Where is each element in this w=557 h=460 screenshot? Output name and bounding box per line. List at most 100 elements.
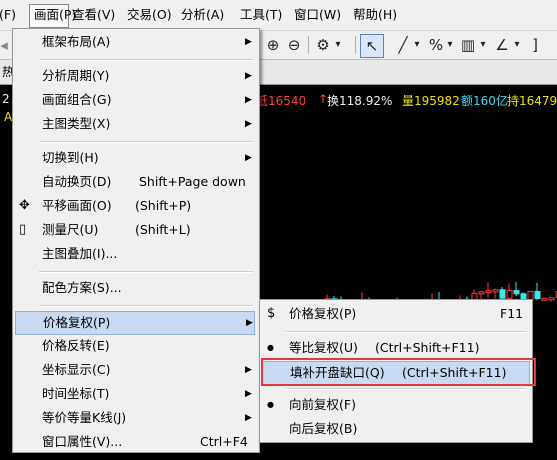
- quote-left-num: 2: [2, 92, 10, 106]
- submenu-arrow-icon: ▶: [245, 413, 252, 423]
- submenu-item-6[interactable]: 向后复权(B): [262, 418, 528, 440]
- candle-body: [478, 291, 485, 295]
- annotation-highlight-box: [261, 358, 536, 386]
- menubar-item-1[interactable]: 画面(P): [29, 4, 76, 28]
- amount-label: 额160亿: [461, 94, 508, 108]
- zoom-in-icon[interactable]: ⊕: [263, 34, 283, 56]
- gear-dropdown-icon[interactable]: ▾: [333, 34, 343, 56]
- menu-item-0[interactable]: 框架布局(A) ▶: [15, 31, 255, 53]
- menu-separator: [39, 59, 253, 61]
- menu-item-10[interactable]: 主图叠加(I)...: [15, 243, 255, 265]
- menu-item-label: 画面组合(G): [42, 92, 112, 107]
- menu-separator: [286, 331, 526, 333]
- submenu-arrow-icon: ▶: [246, 318, 253, 328]
- percent-tool-icon[interactable]: %: [426, 34, 446, 56]
- dollar-icon: $: [267, 306, 276, 321]
- menu-item-12[interactable]: 配色方案(S)...: [15, 277, 255, 299]
- candle-body: [485, 290, 492, 294]
- submenu-arrow-icon: ▶: [245, 37, 252, 47]
- menu-item-19[interactable]: 窗口属性(V)... Ctrl+F4: [15, 431, 255, 453]
- candle-body: [506, 289, 513, 299]
- submenu-item-label: 向前复权(F): [289, 397, 356, 412]
- candle-body: [548, 297, 555, 301]
- menu-item-6[interactable]: 切换到(H) ▶: [15, 147, 255, 169]
- line-tool-icon[interactable]: ╱: [393, 34, 413, 56]
- submenu-item-0[interactable]: $ 价格复权(P) F11: [262, 303, 528, 325]
- submenu-arrow-icon: ▶: [245, 95, 252, 105]
- toolbar-divider: [355, 36, 356, 54]
- menu-bar: 文件(F)画面(P)查看(V)交易(O)分析(A)工具(T)窗口(W)帮助(H): [0, 0, 557, 31]
- menubar-item-3[interactable]: 交易(O): [123, 4, 175, 26]
- submenu-arrow-icon: ▶: [245, 389, 252, 399]
- menu-separator: [286, 388, 526, 390]
- angle-dropdown-icon[interactable]: ▾: [512, 34, 522, 56]
- line-dropdown-icon[interactable]: ▾: [412, 34, 422, 56]
- menu-separator: [39, 305, 253, 307]
- pointer-tool-button[interactable]: ↖: [360, 34, 384, 58]
- menu-item-shortcut: (Shift+L): [135, 222, 191, 237]
- menu-item-shortcut: Shift+Page down: [139, 174, 246, 189]
- gear-icon[interactable]: ⚙: [313, 34, 333, 56]
- menu-item-label: 价格复权(P): [43, 315, 111, 330]
- menu-item-14[interactable]: 价格复权(P) ▶: [15, 311, 255, 335]
- submenu-item-label: 等比复权(U): [289, 340, 358, 355]
- candle-body: [492, 289, 499, 293]
- menu-item-15[interactable]: 价格反转(E): [15, 335, 255, 357]
- candle-body: [541, 297, 548, 301]
- menu-item-label: 时间坐标(T): [42, 386, 110, 401]
- menu-item-label: 框架布局(A): [42, 34, 111, 49]
- grid-dropdown-icon[interactable]: ▾: [478, 34, 488, 56]
- menubar-item-4[interactable]: 分析(A): [177, 4, 233, 26]
- submenu-arrow-icon: ▶: [245, 365, 252, 375]
- menu-item-label: 自动换页(D): [42, 174, 112, 189]
- menu-item-shortcut: Ctrl+F4: [200, 434, 248, 449]
- candle-body: [513, 289, 520, 295]
- submenu-item-label: 向后复权(B): [289, 421, 358, 436]
- menu-item-18[interactable]: 等价等量K线(J) ▶: [15, 407, 255, 429]
- submenu-item-2[interactable]: ● 等比复权(U) (Ctrl+Shift+F11): [262, 337, 528, 359]
- menu-separator: [39, 271, 253, 273]
- menu-item-label: 坐标显示(C): [42, 362, 111, 377]
- menu-item-3[interactable]: 画面组合(G) ▶: [15, 89, 255, 111]
- menu-item-label: 测量尺(U): [42, 222, 99, 237]
- submenu-item-shortcut: F11: [500, 306, 524, 321]
- menu-item-label: 分析周期(Y): [42, 68, 110, 83]
- menu-item-16[interactable]: 坐标显示(C) ▶: [15, 359, 255, 381]
- submenu-arrow-icon: ▶: [245, 153, 252, 163]
- move-icon: ✥: [19, 198, 30, 213]
- percent-dropdown-icon[interactable]: ▾: [445, 34, 455, 56]
- menu-item-7[interactable]: 自动换页(D) Shift+Page down: [15, 171, 255, 193]
- menubar-item-0[interactable]: 文件(F): [0, 4, 28, 26]
- bracket-tool-icon[interactable]: ]: [528, 34, 542, 56]
- zoom-out-icon[interactable]: ⊖: [284, 34, 304, 56]
- view-menu-dropdown: 框架布局(A) ▶ 分析周期(Y) ▶ 画面组合(G) ▶ 主图类型(X) ▶ 切换到(H) ▶ 自…: [12, 28, 260, 453]
- angle-tool-icon[interactable]: ∠: [492, 34, 512, 56]
- ruler-icon: ▯: [19, 222, 27, 237]
- submenu-arrow-icon: ▶: [245, 119, 252, 129]
- grid-tool-icon[interactable]: ▥: [458, 34, 478, 56]
- menu-item-shortcut: (Shift+P): [135, 198, 192, 213]
- low-price-label: 低16540: [256, 94, 307, 108]
- menubar-item-2[interactable]: 查看(V): [68, 4, 120, 26]
- menu-item-17[interactable]: 时间坐标(T) ▶: [15, 383, 255, 405]
- scroll-left-icon[interactable]: ◂: [0, 34, 8, 56]
- menu-item-label: 价格反转(E): [42, 338, 110, 353]
- bullet-icon: ●: [267, 400, 274, 409]
- menu-item-9[interactable]: ▯ 测量尺(U) (Shift+L): [15, 219, 255, 241]
- menu-item-label: 平移画面(O): [42, 198, 112, 213]
- cursor-arrow-icon: ↖: [365, 37, 379, 55]
- menubar-item-5[interactable]: 工具(T): [236, 4, 286, 26]
- volume-label: 量195982: [402, 94, 460, 108]
- menu-item-2[interactable]: 分析周期(Y) ▶: [15, 65, 255, 87]
- submenu-item-5[interactable]: ● 向前复权(F): [262, 394, 528, 416]
- menubar-item-6[interactable]: 窗口(W): [290, 4, 346, 26]
- menu-item-label: 等价等量K线(J): [42, 410, 127, 425]
- bullet-icon: ●: [267, 343, 274, 352]
- menubar-item-7[interactable]: 帮助(H): [349, 4, 401, 26]
- candle-body: [499, 289, 506, 299]
- menu-item-4[interactable]: 主图类型(X) ▶: [15, 113, 255, 135]
- menu-item-8[interactable]: ✥ 平移画面(O) (Shift+P): [15, 195, 255, 217]
- menu-item-label: 窗口属性(V)...: [42, 434, 123, 449]
- turnover-label: 换118.92%: [327, 94, 393, 108]
- quote-side-letter: A: [4, 110, 13, 124]
